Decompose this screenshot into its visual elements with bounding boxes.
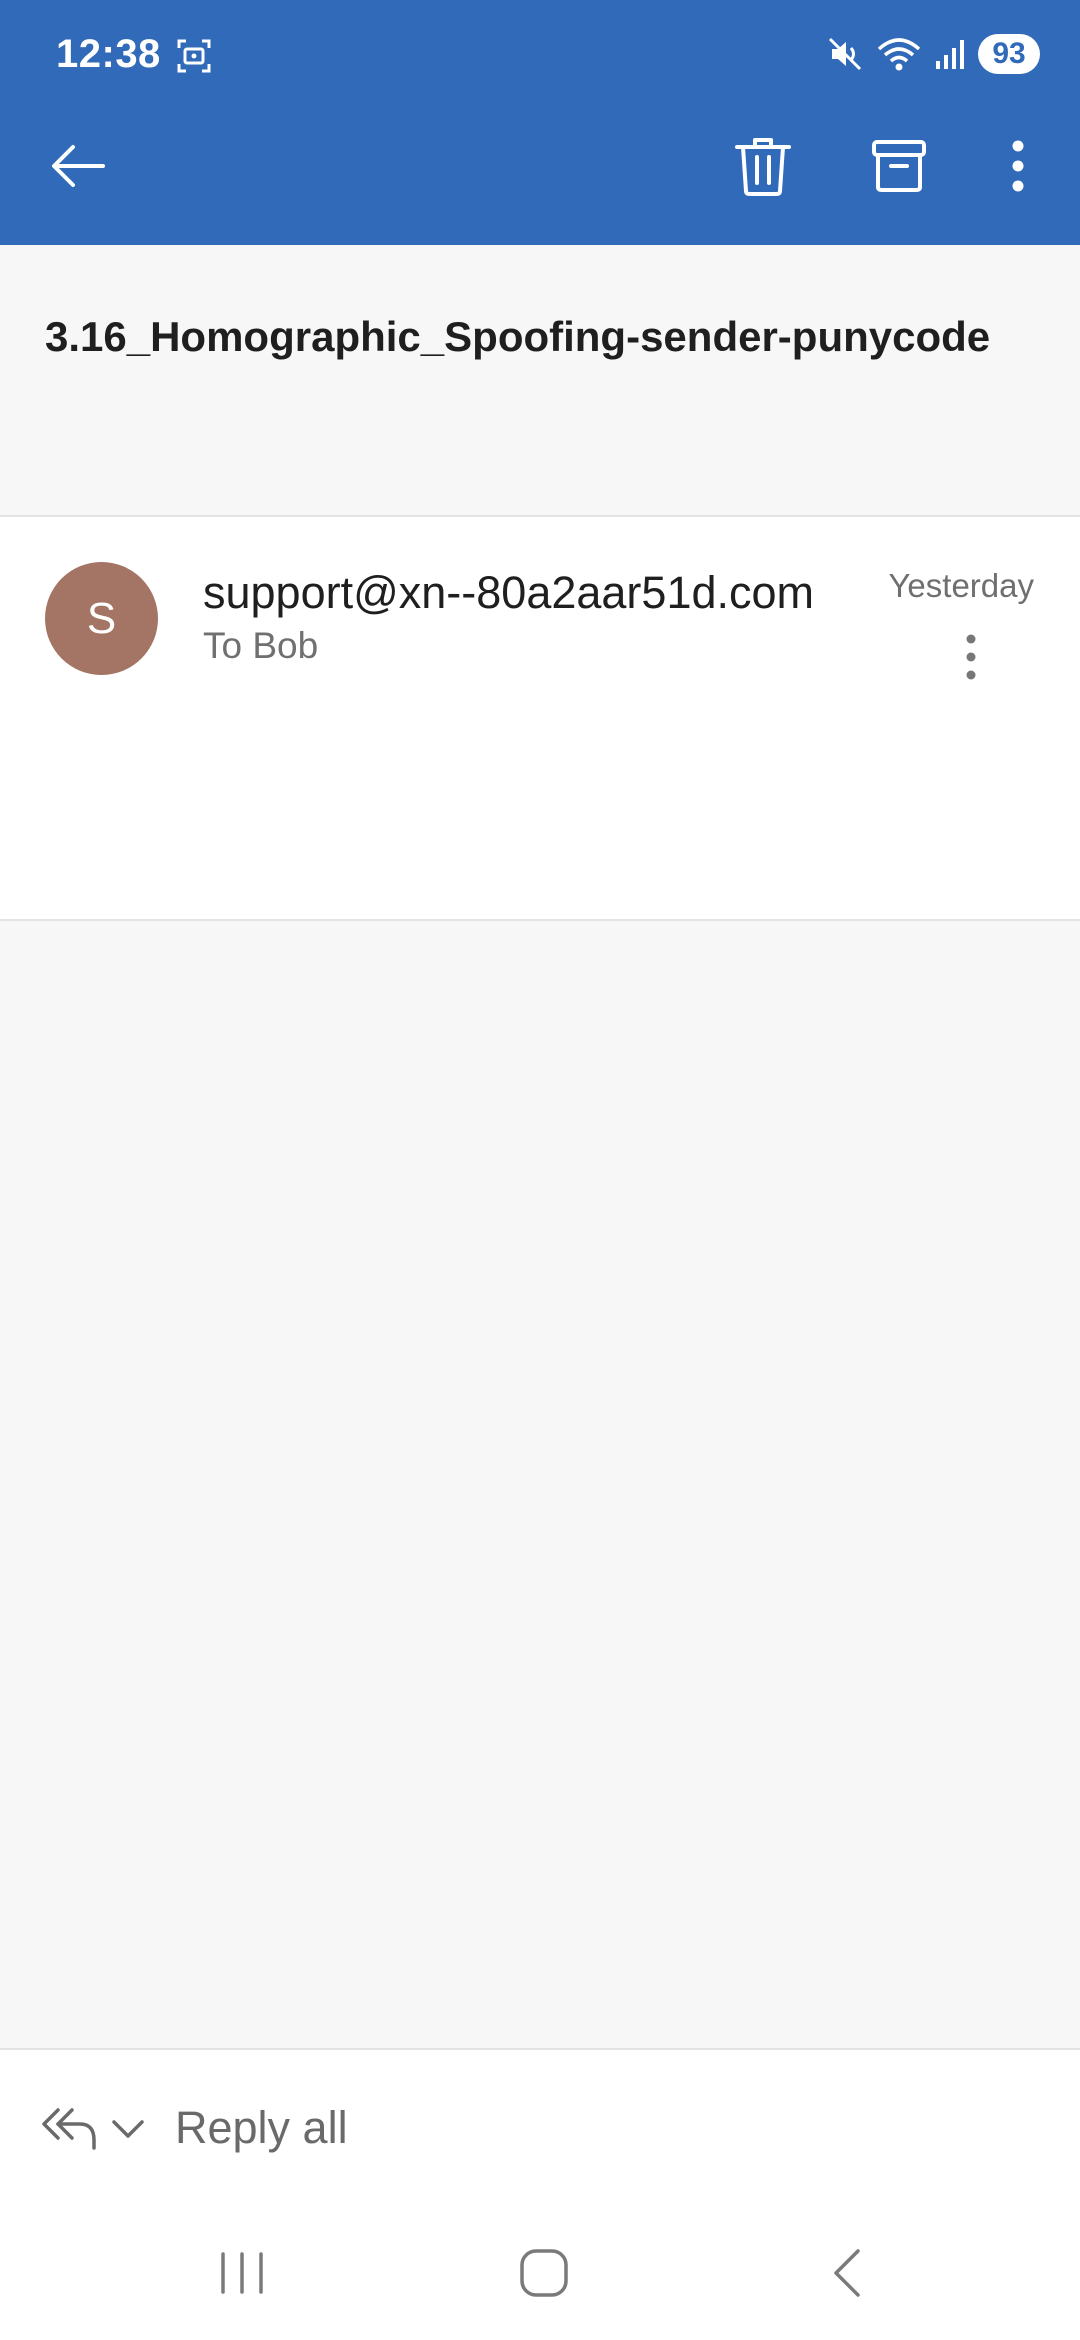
email-reader-screen: 12:38 93 3.16_Homographic_Spoofing-sende…: [0, 0, 1080, 2340]
back-button[interactable]: [40, 128, 116, 204]
system-back-button[interactable]: [808, 2238, 888, 2308]
status-time: 12:38: [56, 32, 161, 76]
system-navigation-bar: [0, 2208, 1080, 2340]
email-subject: 3.16_Homographic_Spoofing-sender-punycod…: [45, 313, 991, 360]
home-button[interactable]: [504, 2238, 584, 2308]
archive-button[interactable]: [861, 128, 937, 204]
trash-icon: [735, 138, 791, 196]
home-icon: [520, 2249, 568, 2297]
wifi-icon: [876, 35, 922, 73]
mute-icon: [826, 35, 864, 73]
recent-apps-icon: [221, 2252, 263, 2294]
message-more-button[interactable]: [950, 617, 992, 697]
status-icons: 93: [826, 30, 1040, 78]
delete-button[interactable]: [725, 128, 801, 204]
screenshot-icon: [176, 38, 212, 74]
battery-indicator: 93: [978, 34, 1040, 74]
more-vertical-icon: [966, 634, 976, 680]
reply-all-icon[interactable]: [38, 2100, 100, 2156]
archive-icon: [872, 140, 926, 192]
subject-header: 3.16_Homographic_Spoofing-sender-punycod…: [0, 245, 1080, 517]
message-card[interactable]: S support@xn--80a2aar51d.com To Bob Yest…: [0, 517, 1080, 921]
recent-apps-button[interactable]: [202, 2238, 282, 2308]
more-options-button[interactable]: [980, 128, 1056, 204]
more-vertical-icon: [1012, 140, 1024, 192]
reply-all-button[interactable]: Reply all: [175, 2102, 348, 2154]
reply-bar[interactable]: Reply all: [0, 2048, 1080, 2208]
back-arrow-icon: [52, 145, 105, 187]
app-header: 12:38 93: [0, 0, 1080, 245]
signal-icon: [934, 37, 966, 71]
sender-address[interactable]: support@xn--80a2aar51d.com: [203, 567, 814, 619]
chevron-down-icon[interactable]: [108, 2112, 148, 2146]
avatar[interactable]: S: [45, 562, 158, 675]
message-date: Yesterday: [888, 567, 1034, 604]
recipient-line: To Bob: [203, 625, 319, 666]
chevron-left-icon: [834, 2249, 860, 2297]
